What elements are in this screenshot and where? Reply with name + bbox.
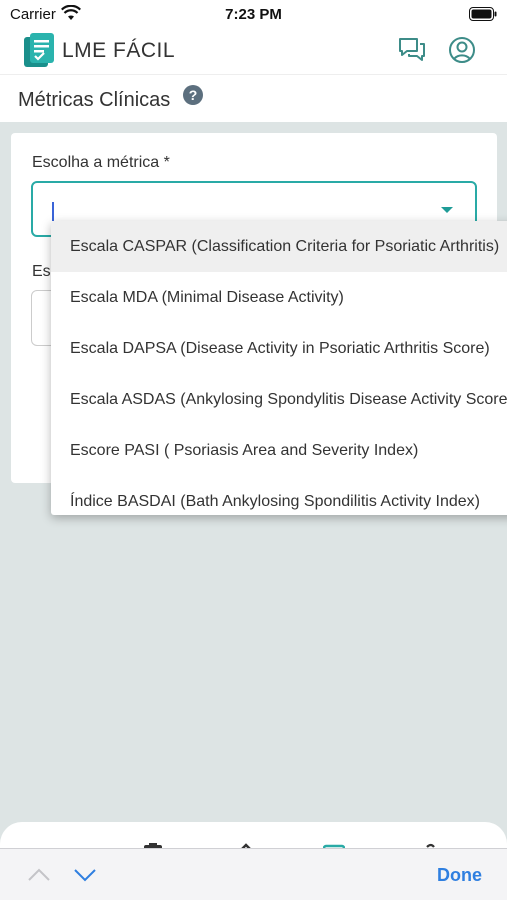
status-time: 7:23 PM bbox=[225, 6, 282, 23]
second-field-label: Es bbox=[32, 263, 51, 280]
dropdown-option[interactable]: Índice BASDAI (Bath Ankylosing Spondilit… bbox=[51, 476, 507, 515]
user-account-icon[interactable] bbox=[448, 36, 476, 69]
app-header: LME FÁCIL bbox=[0, 28, 507, 74]
chevron-down-icon[interactable] bbox=[73, 867, 97, 888]
page-title: Métricas Clínicas bbox=[18, 89, 171, 111]
chevron-up-icon[interactable] bbox=[27, 867, 51, 888]
dropdown-option[interactable]: Escore PASI ( Psoriasis Area and Severit… bbox=[51, 425, 507, 476]
svg-text:?: ? bbox=[189, 87, 198, 103]
dropdown-option[interactable]: Escala CASPAR (Classification Criteria f… bbox=[51, 221, 507, 272]
dropdown-option[interactable]: Escala DAPSA (Disease Activity in Psoria… bbox=[51, 323, 507, 374]
keyboard-toolbar: Done bbox=[0, 848, 507, 900]
help-icon[interactable]: ? bbox=[182, 84, 204, 111]
metric-field-label: Escolha a métrica * bbox=[32, 154, 170, 171]
battery-icon bbox=[469, 7, 497, 26]
app-name: LME FÁCIL bbox=[62, 39, 176, 62]
text-caret bbox=[52, 202, 54, 221]
logo-icon bbox=[22, 32, 56, 73]
metric-dropdown-menu: Escala CASPAR (Classification Criteria f… bbox=[51, 221, 507, 515]
dropdown-option[interactable]: Escala ASDAS (Ankylosing Spondylitis Dis… bbox=[51, 374, 507, 425]
done-button[interactable]: Done bbox=[437, 865, 482, 886]
chat-icon[interactable] bbox=[397, 36, 427, 69]
chevron-down-icon[interactable] bbox=[441, 207, 453, 213]
dropdown-option[interactable]: Escala MDA (Minimal Disease Activity) bbox=[51, 272, 507, 323]
page-title-bar: Métricas Clínicas ? bbox=[0, 74, 507, 122]
status-bar: Carrier 7:23 PM bbox=[0, 0, 507, 28]
